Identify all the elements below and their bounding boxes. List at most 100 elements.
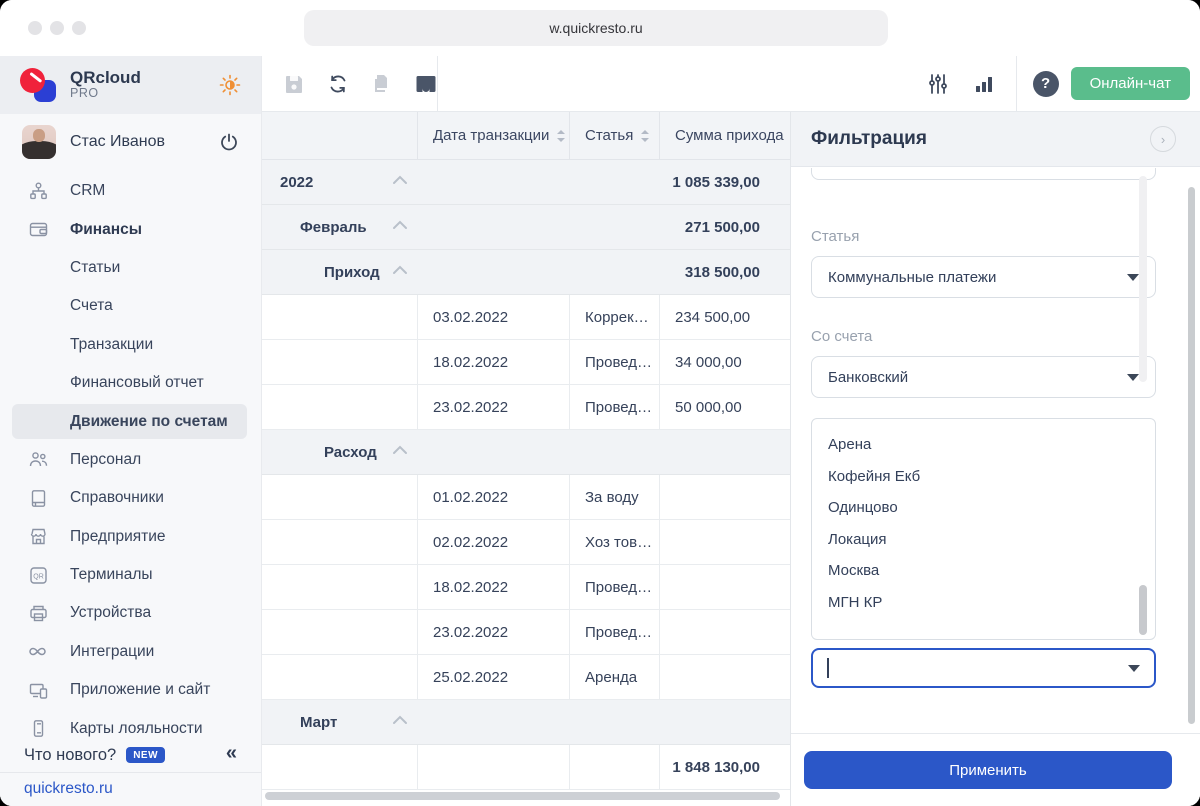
chevron-down-icon [1127, 274, 1139, 281]
collapse-chevron-icon[interactable] [392, 445, 408, 455]
window-zoom-icon[interactable] [72, 21, 86, 35]
article-filter-select[interactable]: Коммунальные платежи [811, 256, 1156, 298]
save-icon[interactable] [280, 70, 308, 98]
avatar [22, 125, 56, 159]
sidebar-item-label: Предприятие [70, 528, 166, 546]
online-chat-button[interactable]: Онлайн-чат [1071, 67, 1190, 100]
window-close-icon[interactable] [28, 21, 42, 35]
group-label: Расход [262, 444, 377, 461]
sidebar-item-7[interactable]: Движение по счетам [0, 402, 261, 440]
table-row[interactable]: 03.02.2022Коррек…234 500,00 [262, 295, 790, 340]
group-spacer-cell [262, 610, 418, 654]
location-option[interactable]: Кофейня Екб [828, 461, 1155, 493]
printer-icon [26, 601, 50, 625]
table-row[interactable]: 18.02.2022Провед…34 000,00 [262, 340, 790, 385]
sidebar-item-13[interactable]: Интеграции [0, 633, 261, 671]
logout-power-icon[interactable] [219, 132, 239, 152]
article-cell: Провед… [570, 340, 660, 384]
location-option[interactable]: Арена [828, 429, 1155, 461]
filter-sliders-icon[interactable] [924, 70, 952, 98]
site-link[interactable]: quickresto.ru [24, 780, 113, 798]
collapse-chevron-icon[interactable] [392, 265, 408, 275]
table-row[interactable]: 25.02.2022Аренда [262, 655, 790, 700]
table-row[interactable]: 18.02.2022Провед… [262, 565, 790, 610]
sidebar-item-3[interactable]: Статьи [0, 249, 261, 287]
address-bar[interactable]: w.quickresto.ru [304, 10, 888, 46]
sidebar-item-8[interactable]: Персонал [0, 441, 261, 479]
brightness-icon[interactable] [219, 74, 241, 96]
group-row[interactable]: 20221 085 339,00 [262, 160, 790, 205]
panel-scrollbar-thumb[interactable] [1188, 187, 1195, 724]
sidebar-item-label: Терминалы [70, 566, 153, 584]
window-minimize-icon[interactable] [50, 21, 64, 35]
sidebar-item-4[interactable]: Счета [0, 287, 261, 325]
location-option[interactable]: Локация [828, 524, 1155, 556]
group-row[interactable]: Расход [262, 430, 790, 475]
url-text: w.quickresto.ru [549, 20, 642, 36]
table-row[interactable]: 23.02.2022Провед… [262, 610, 790, 655]
filter-panel-body: Статья Коммунальные платежи Со счета Бан… [791, 168, 1200, 733]
table-row[interactable]: 02.02.2022Хоз тов… [262, 520, 790, 565]
cutoff-input[interactable] [811, 168, 1156, 180]
apply-button[interactable]: Применить [804, 751, 1172, 789]
collapse-sidebar-icon[interactable]: « [226, 742, 237, 765]
bar-chart-icon[interactable] [970, 70, 998, 98]
collapse-chevron-icon[interactable] [392, 175, 408, 185]
sidebar: QRcloud PRO Стас Иванов [0, 56, 262, 806]
sidebar-item-label: Счета [70, 297, 113, 315]
table-row[interactable]: 01.02.2022За воду [262, 475, 790, 520]
date-cell: 23.02.2022 [418, 385, 570, 429]
whats-new-link[interactable]: Что нового? NEW [24, 740, 165, 770]
sidebar-item-6[interactable]: Финансовый отчет [0, 364, 261, 402]
sidebar-item-label: Персонал [70, 451, 141, 469]
column-header-date[interactable]: Дата транзакции [418, 112, 570, 159]
collapse-panel-icon[interactable]: › [1150, 126, 1176, 152]
copy-icon[interactable] [368, 70, 396, 98]
location-option[interactable]: Москва [828, 555, 1155, 587]
sidebar-item-12[interactable]: Устройства [0, 594, 261, 632]
listbox-scroll-thumb[interactable] [1139, 585, 1147, 635]
listbox-scroll-track[interactable] [1139, 176, 1147, 382]
sidebar-item-2[interactable]: Финансы [0, 210, 261, 248]
sidebar-item-5[interactable]: Транзакции [0, 326, 261, 364]
divider [1016, 56, 1017, 111]
table-row[interactable]: 23.02.2022Провед…50 000,00 [262, 385, 790, 430]
sidebar-item-14[interactable]: Приложение и сайт [0, 671, 261, 709]
sort-icon[interactable] [556, 129, 566, 143]
horizontal-scrollbar[interactable] [265, 792, 780, 800]
wallet-icon [26, 218, 50, 242]
help-button[interactable]: ? [1033, 71, 1059, 97]
group-row[interactable]: Февраль271 500,00 [262, 205, 790, 250]
group-spacer-cell [262, 565, 418, 609]
toolbar: ? Онлайн-чат [262, 56, 1200, 112]
group-label: 2022 [262, 174, 313, 191]
group-spacer-cell [262, 295, 418, 339]
date-cell: 18.02.2022 [418, 565, 570, 609]
group-row[interactable]: Март [262, 700, 790, 745]
sidebar-item-10[interactable]: Предприятие [0, 518, 261, 556]
date-cell [418, 745, 570, 789]
sort-icon[interactable] [640, 129, 650, 143]
amount-cell [660, 610, 790, 654]
location-option[interactable]: МГН КР [828, 587, 1155, 619]
location-search-combobox[interactable] [811, 648, 1156, 688]
article-cell: Аренда [570, 655, 660, 699]
user-row[interactable]: Стас Иванов [0, 114, 261, 170]
refresh-icon[interactable] [324, 70, 352, 98]
location-option[interactable]: Одинцово [828, 492, 1155, 524]
user-name: Стас Иванов [70, 133, 165, 151]
group-row[interactable]: Приход318 500,00 [262, 250, 790, 295]
display-icon[interactable] [412, 70, 440, 98]
sidebar-item-9[interactable]: Справочники [0, 479, 261, 517]
column-header-article[interactable]: Статья [570, 112, 660, 159]
collapse-chevron-icon[interactable] [392, 715, 408, 725]
amount-cell [660, 565, 790, 609]
sidebar-item-11[interactable]: QRТерминалы [0, 556, 261, 594]
date-cell: 25.02.2022 [418, 655, 570, 699]
collapse-chevron-icon[interactable] [392, 220, 408, 230]
sidebar-item-1[interactable]: CRM [0, 172, 261, 210]
account-filter-select[interactable]: Банковский [811, 356, 1156, 398]
browser-chrome: w.quickresto.ru [0, 0, 1200, 56]
group-label: Февраль [262, 219, 367, 236]
table-row[interactable]: 1 848 130,00 [262, 745, 790, 790]
